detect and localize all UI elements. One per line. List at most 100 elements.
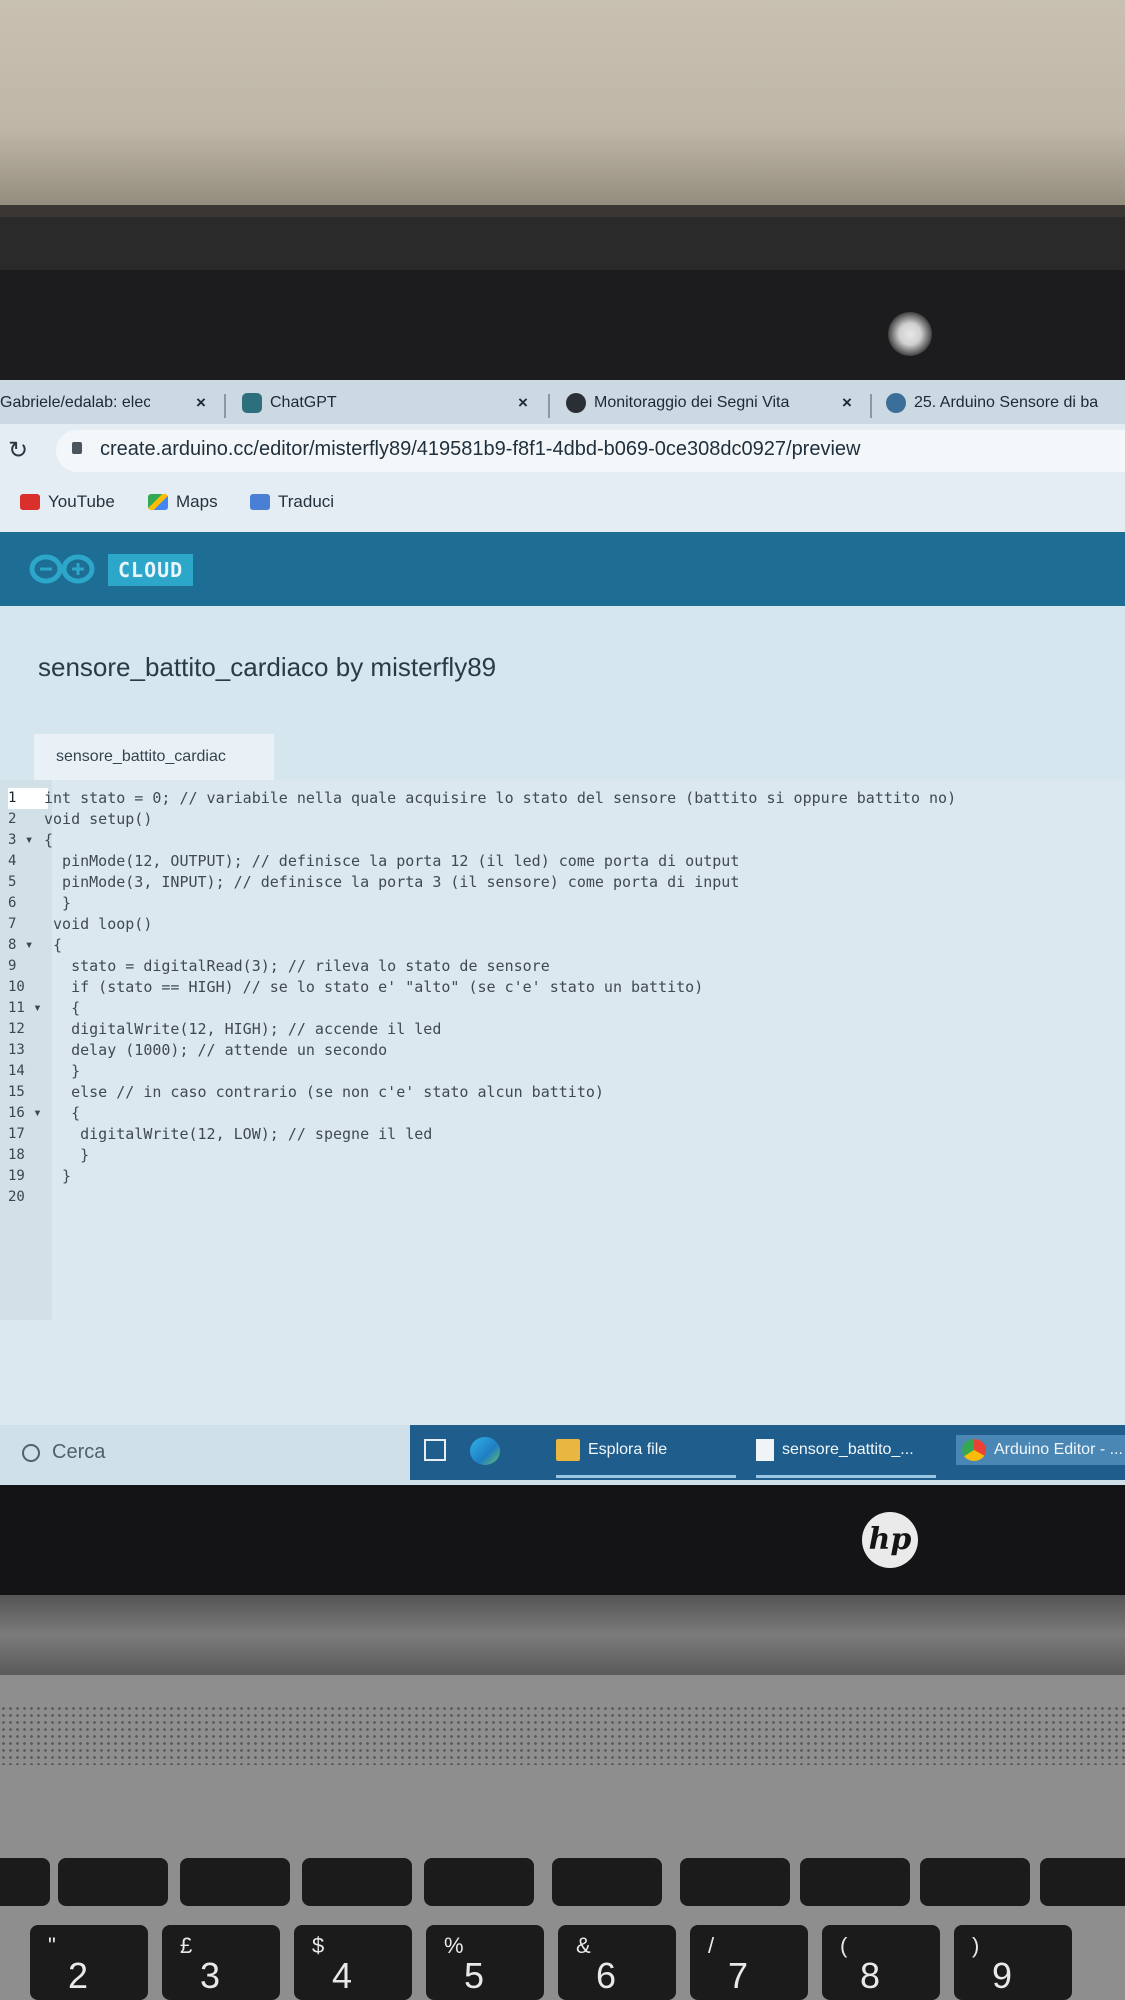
reload-icon[interactable]: ↻: [8, 436, 28, 465]
edge-icon[interactable]: [470, 1437, 500, 1465]
taskbar-search[interactable]: Cerca: [22, 1441, 105, 1464]
tab-arduino-sensore[interactable]: 25. Arduino Sensore di ba: [886, 388, 1098, 418]
code-text[interactable]: stato = digitalRead(3); // rileva lo sta…: [44, 956, 550, 977]
code-line[interactable]: 1 int stato = 0; // variabile nella quale…: [0, 788, 1125, 809]
key-7[interactable]: /7: [690, 1925, 808, 2000]
task-view-icon[interactable]: [424, 1439, 446, 1461]
code-text[interactable]: else // in caso contrario (se non c'e' s…: [44, 1082, 604, 1103]
taskbar-item-sensore[interactable]: sensore_battito_...: [756, 1439, 914, 1461]
key-4[interactable]: $4: [294, 1925, 412, 2000]
code-text[interactable]: }: [44, 1166, 71, 1187]
tab-label: 25. Arduino Sensore di ba: [914, 394, 1099, 411]
code-editor[interactable]: 1 int stato = 0; // variabile nella quale…: [0, 780, 1125, 1320]
code-line[interactable]: 6 }: [0, 893, 1125, 914]
laptop-hinge: [0, 1595, 1125, 1675]
code-text[interactable]: }: [44, 1061, 80, 1082]
key-label: 7: [728, 1955, 749, 1996]
search-icon: [22, 1443, 40, 1462]
code-line[interactable]: 2 void setup(): [0, 809, 1125, 830]
key-3[interactable]: £3: [162, 1925, 280, 2000]
line-number: 18: [8, 1147, 25, 1163]
document-icon: [756, 1439, 774, 1461]
code-text[interactable]: int stato = 0; // variabile nella quale …: [44, 788, 956, 809]
laptop-bottom-bezel: [0, 1485, 1125, 1595]
key-2[interactable]: " 2: [30, 1925, 148, 2000]
key-5[interactable]: % 5: [426, 1925, 544, 2000]
code-text[interactable]: void loop(): [44, 914, 152, 935]
code-line[interactable]: 3 ▾ {: [0, 830, 1125, 851]
key-6[interactable]: & 6: [558, 1925, 676, 2000]
tab-monitoraggio[interactable]: Monitoraggio dei Segni Vita ×: [566, 388, 852, 418]
taskbar-item-esplora-file[interactable]: Esplora file: [556, 1439, 667, 1461]
key-label: 8: [860, 1955, 881, 1996]
code-line[interactable]: 9 stato = digitalRead(3); // rileva lo s…: [0, 956, 1125, 977]
code-line[interactable]: 10 if (stato == HIGH) // se lo stato e' …: [0, 977, 1125, 998]
code-line[interactable]: 8 ▾ {: [0, 935, 1125, 956]
cloud-label[interactable]: CLOUD: [108, 554, 194, 586]
tab-edalab[interactable]: Gabriele/edalab: electr ×: [0, 388, 206, 418]
key-8[interactable]: (8: [822, 1925, 940, 2000]
code-text[interactable]: digitalWrite(12, LOW); // spegne il led: [44, 1124, 432, 1145]
chrome-icon: [962, 1439, 986, 1461]
code-line[interactable]: 18 }: [0, 1145, 1125, 1166]
key-f4[interactable]: [302, 1858, 412, 1906]
sketch-title: sensore_battito_cardiaco by misterfly89: [38, 652, 497, 682]
key-label: 2: [68, 1955, 89, 1996]
bookmark-traduci[interactable]: Traduci: [250, 492, 334, 512]
code-text[interactable]: void setup(): [44, 809, 152, 830]
key-f8[interactable]: [800, 1858, 910, 1906]
close-icon[interactable]: ×: [842, 393, 852, 413]
key-f10[interactable]: [1040, 1858, 1125, 1906]
key-shift-label: /: [708, 1933, 715, 1958]
arduino-logo-icon[interactable]: [28, 552, 96, 586]
tab-chatgpt[interactable]: ChatGPT ×: [242, 388, 528, 418]
key-f2[interactable]: [58, 1858, 168, 1906]
line-number: 7: [8, 916, 17, 932]
bookmark-youtube[interactable]: YouTube: [20, 492, 115, 512]
code-line[interactable]: 12 digitalWrite(12, HIGH); // accende il…: [0, 1019, 1125, 1040]
line-number: 2: [8, 811, 17, 827]
code-line[interactable]: 11 ▾ {: [0, 998, 1125, 1019]
key-f3[interactable]: [180, 1858, 290, 1906]
line-number: 9: [8, 958, 17, 974]
key-f1[interactable]: [0, 1858, 50, 1906]
key-f9[interactable]: [920, 1858, 1030, 1906]
code-text[interactable]: pinMode(12, OUTPUT); // definisce la por…: [44, 851, 739, 872]
line-number: 14: [8, 1063, 25, 1079]
code-text[interactable]: {: [44, 830, 53, 851]
background-wall: [0, 0, 1125, 215]
code-text[interactable]: {: [44, 1103, 80, 1124]
code-line[interactable]: 13 delay (1000); // attende un secondo: [0, 1040, 1125, 1061]
key-f5[interactable]: [424, 1858, 534, 1906]
close-icon[interactable]: ×: [196, 393, 206, 413]
tab-separator: [548, 394, 550, 418]
key-f7[interactable]: [680, 1858, 790, 1906]
key-f6[interactable]: [552, 1858, 662, 1906]
code-line[interactable]: 16 ▾ {: [0, 1103, 1125, 1124]
code-line[interactable]: 5 pinMode(3, INPUT); // definisce la por…: [0, 872, 1125, 893]
taskbar-item-arduino-editor[interactable]: Arduino Editor - ...: [956, 1435, 1125, 1465]
code-text[interactable]: delay (1000); // attende un secondo: [44, 1040, 387, 1061]
code-text[interactable]: if (stato == HIGH) // se lo stato e' "al…: [44, 977, 703, 998]
lock-icon[interactable]: [72, 442, 82, 454]
code-line[interactable]: 19 }: [0, 1166, 1125, 1187]
code-text[interactable]: digitalWrite(12, HIGH); // accende il le…: [44, 1019, 441, 1040]
code-text[interactable]: }: [44, 1145, 89, 1166]
code-line[interactable]: 4 pinMode(12, OUTPUT); // definisce la p…: [0, 851, 1125, 872]
line-number: 3 ▾: [8, 832, 34, 848]
code-text[interactable]: {: [44, 998, 80, 1019]
line-number: 10: [8, 979, 25, 995]
code-text[interactable]: {: [44, 935, 62, 956]
url-text[interactable]: create.arduino.cc/editor/misterfly89/419…: [100, 438, 860, 461]
code-line[interactable]: 17 digitalWrite(12, LOW); // spegne il l…: [0, 1124, 1125, 1145]
code-line[interactable]: 14 }: [0, 1061, 1125, 1082]
file-tab[interactable]: sensore_battito_cardiac: [34, 734, 274, 780]
code-text[interactable]: }: [44, 893, 71, 914]
code-line[interactable]: 20: [0, 1187, 1125, 1208]
code-line[interactable]: 7 void loop(): [0, 914, 1125, 935]
close-icon[interactable]: ×: [518, 393, 528, 413]
code-text[interactable]: pinMode(3, INPUT); // definisce la porta…: [44, 872, 739, 893]
key-9[interactable]: ) 9: [954, 1925, 1072, 2000]
bookmark-maps[interactable]: Maps: [148, 492, 218, 512]
code-line[interactable]: 15 else // in caso contrario (se non c'e…: [0, 1082, 1125, 1103]
